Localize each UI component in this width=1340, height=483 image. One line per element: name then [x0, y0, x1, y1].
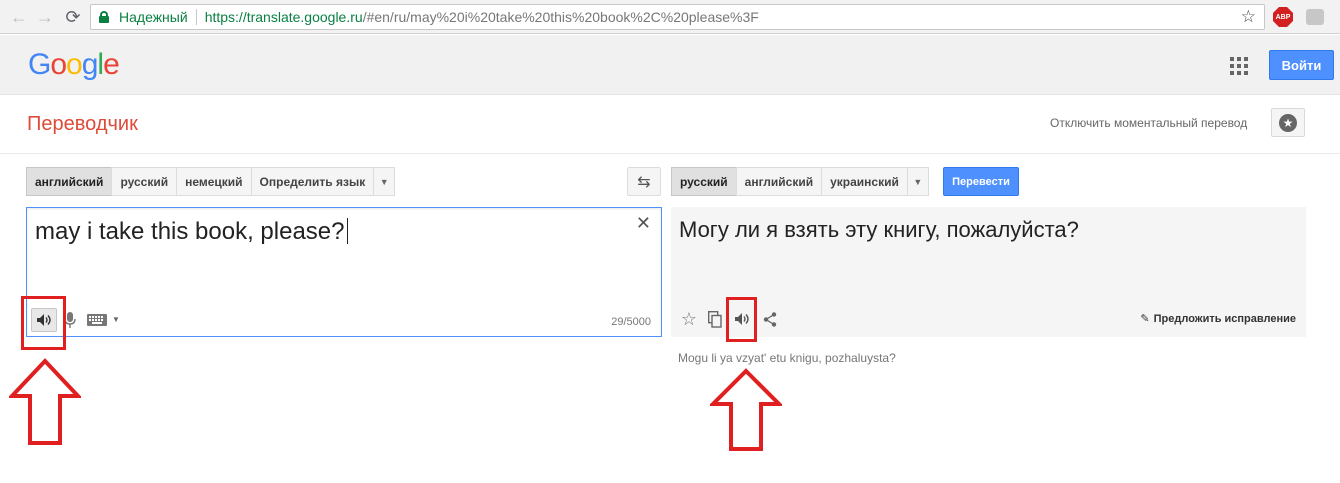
character-count: 29/5000	[611, 316, 651, 328]
highlight-box-source-listen	[21, 296, 66, 350]
target-lang-dropdown-icon[interactable]: ▼	[906, 167, 929, 196]
star-icon: ★	[1279, 113, 1297, 132]
apps-grid-icon[interactable]	[1230, 57, 1248, 75]
source-text[interactable]: may i take this book, please?	[35, 218, 348, 246]
target-lang-ukrainian[interactable]: украинский	[821, 167, 908, 196]
swap-icon: ⇆	[637, 173, 651, 191]
instant-translation-toggle[interactable]: Отключить моментальный перевод	[1050, 116, 1247, 130]
target-lang-english[interactable]: английский	[735, 167, 823, 196]
source-lang-english[interactable]: английский	[26, 167, 113, 196]
suggest-edit-button[interactable]: ✎ Предложить исправление	[1140, 312, 1296, 326]
input-tools-dropdown-icon[interactable]: ▼	[111, 312, 121, 326]
translation-text: Могу ли я взять эту книгу, пожалуйста?	[679, 217, 1079, 242]
source-language-bar: английский русский немецкий Определить я…	[26, 167, 396, 196]
extension-icon[interactable]	[1306, 9, 1324, 25]
url-divider	[195, 9, 197, 25]
target-language-bar: русский английский украинский ▼	[671, 167, 929, 196]
star-outline-icon[interactable]: ☆	[679, 307, 699, 331]
google-logo[interactable]: Google	[28, 48, 120, 82]
back-button[interactable]: ←	[8, 6, 30, 28]
translate-button[interactable]: Перевести	[943, 167, 1019, 196]
lock-icon	[99, 11, 109, 23]
up-arrow-annotation-left	[9, 358, 81, 445]
source-lang-detect[interactable]: Определить язык	[250, 167, 375, 196]
bookmark-star-icon[interactable]: ☆	[1241, 7, 1256, 27]
result-panel: Могу ли я взять эту книгу, пожалуйста? ☆…	[671, 207, 1306, 337]
forward-button[interactable]: →	[34, 6, 56, 28]
up-arrow-annotation-right	[710, 368, 782, 451]
url-path: /#en/ru/may%20i%20take%20this%20book%2C%…	[362, 9, 759, 25]
highlight-box-result-listen	[726, 297, 757, 342]
reload-button[interactable]: ⟳	[62, 6, 84, 28]
url-host: https://translate.google.ru	[204, 9, 363, 25]
sign-in-button[interactable]: Войти	[1269, 50, 1334, 80]
address-bar[interactable]: Надежный https://translate.google.ru/#en…	[90, 4, 1265, 30]
phrasebook-button[interactable]: ★	[1271, 108, 1305, 137]
copy-icon[interactable]	[705, 307, 725, 331]
transliteration: Mogu li ya vzyat' etu knigu, pozhaluysta…	[678, 351, 896, 365]
adblock-icon[interactable]: ABP	[1273, 7, 1293, 27]
source-lang-russian[interactable]: русский	[111, 167, 178, 196]
source-lang-dropdown-icon[interactable]: ▼	[373, 167, 396, 196]
share-icon[interactable]	[759, 307, 781, 331]
keyboard-icon[interactable]	[87, 314, 107, 326]
page-title: Переводчик	[27, 113, 138, 135]
swap-languages-button[interactable]: ⇆	[627, 167, 661, 196]
pencil-icon: ✎	[1140, 313, 1150, 325]
google-bar: Google Войти	[0, 35, 1340, 95]
header-divider	[0, 153, 1340, 154]
suggest-edit-label: Предложить исправление	[1153, 312, 1296, 325]
source-lang-german[interactable]: немецкий	[176, 167, 252, 196]
target-lang-russian[interactable]: русский	[671, 167, 737, 196]
source-textarea[interactable]: may i take this book, please? ✕ ▼ 29/500…	[26, 207, 662, 337]
secure-label: Надежный	[119, 9, 188, 25]
clear-source-icon[interactable]: ✕	[636, 213, 651, 234]
browser-toolbar: ← → ⟳ Надежный https://translate.google.…	[0, 0, 1340, 34]
